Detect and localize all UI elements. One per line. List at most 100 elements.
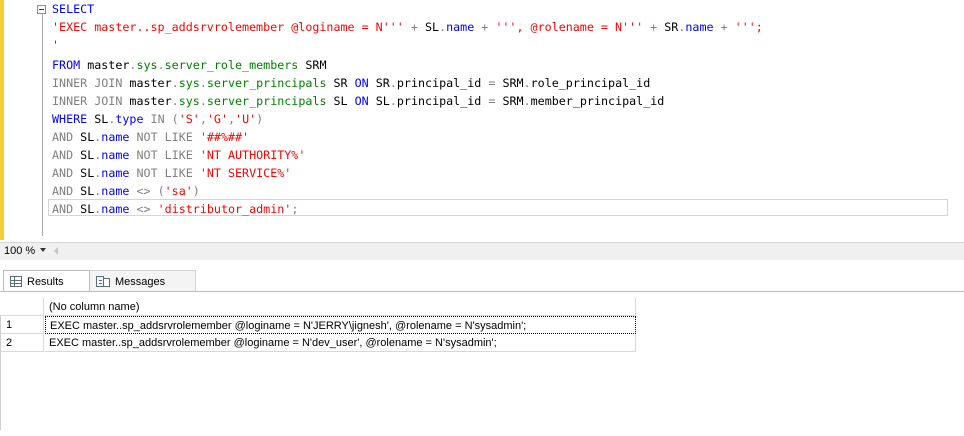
code-token: SL [73,184,95,198]
code-token: '##%##' [199,130,250,144]
code-line[interactable]: INNER JOIN master.sys.server_principals … [52,92,664,110]
code-token: SR [368,76,390,90]
code-token: . [523,94,531,108]
code-token: name [101,148,130,162]
code-token: AND [52,184,74,198]
column-header[interactable]: (No column name) [45,298,636,316]
results-tab-strip: Results Messages [0,260,964,292]
code-token: INNER JOIN [52,76,123,90]
code-token: server_role_members [164,58,299,72]
code-token: name [101,130,130,144]
code-token: + [643,20,665,34]
code-token: master [80,58,130,72]
code-token: name [101,184,130,198]
code-line[interactable]: ' [52,36,59,54]
code-line[interactable]: SELECT [52,0,94,18]
code-token: ) [256,112,264,126]
code-token: master [122,76,172,90]
code-token: principal_id [396,94,489,108]
tab-results-label: Results [27,275,64,288]
row-number[interactable]: 1 [0,316,44,334]
code-line[interactable]: AND SL.name NOT LIKE '##%##' [52,128,249,146]
code-token: SL [326,94,355,108]
code-token: name [685,20,714,34]
code-token: SL [73,130,95,144]
chevron-down-icon[interactable] [40,248,46,252]
tab-messages[interactable]: Messages [90,270,196,292]
code-line[interactable]: INNER JOIN master.sys.server_principals … [52,74,650,92]
query-editor[interactable]: SELECT 'EXEC master..sp_addsrvrolemember … [0,0,964,242]
grid-icon [10,276,22,287]
code-token: . [171,94,179,108]
messages-icon [96,275,110,288]
tab-messages-label: Messages [115,275,166,288]
code-token: 'S' [178,112,200,126]
zoom-bar: 100 % [0,242,964,260]
tab-results[interactable]: Results [3,270,90,292]
code-token: SL [73,202,95,216]
code-token: NOT LIKE [129,166,200,180]
code-line[interactable]: AND SL.name NOT LIKE 'NT AUTHORITY%' [52,146,305,164]
code-token: IN ( [143,112,179,126]
code-token: AND [52,166,74,180]
code-line[interactable]: FROM master.sys.server_role_members SRM [52,56,327,74]
result-cell[interactable]: EXEC master..sp_addsrvrolemember @logina… [45,316,636,334]
zoom-level[interactable]: 100 % [4,245,35,257]
code-token: sys [178,94,200,108]
code-token: SL [368,94,390,108]
code-line[interactable]: AND SL.name <> ('sa') [52,182,200,200]
code-token: name [101,202,130,216]
code-token: member_principal_id [530,94,665,108]
code-token: sys [178,76,200,90]
code-token: sys [136,58,158,72]
code-token: <> [129,202,158,216]
code-token: . [389,94,397,108]
code-token: SL [87,112,109,126]
code-token: SL [73,148,95,162]
code-token: ON [354,76,369,90]
tab-divider [0,291,964,292]
row-number[interactable]: 2 [0,334,44,352]
code-token: type [115,112,144,126]
code-token: 'NT AUTHORITY%' [199,148,306,162]
code-token: 'EXEC master..sp_addsrvrolemember @login… [52,20,404,34]
code-token: 'U' [235,112,257,126]
code-line[interactable]: 'EXEC master..sp_addsrvrolemember @login… [52,18,763,36]
code-token: SL [73,166,95,180]
code-token: INNER JOIN [52,94,123,108]
code-token: server_principals [206,76,327,90]
code-token: '''; [734,20,763,34]
code-line[interactable]: AND SL.name NOT LIKE 'NT SERVICE%' [52,164,291,182]
code-token: + [713,20,735,34]
code-line[interactable]: WHERE SL.type IN ('S','G','U') [52,110,263,128]
code-token: SELECT [52,2,95,16]
collapse-region-icon[interactable] [37,5,46,14]
code-token: name [446,20,475,34]
code-token: AND [52,130,74,144]
code-token: SRM [495,76,524,90]
code-token: name [101,166,130,180]
scroll-left-arrow-icon[interactable] [54,247,58,255]
code-token: ON [354,94,369,108]
code-token: ; [291,202,299,216]
code-token: . [199,76,207,90]
code-token: + [403,20,425,34]
code-token: ' [52,38,60,52]
code-token: . [199,94,207,108]
code-token: SRM [495,94,524,108]
code-token: SR [326,76,355,90]
code-token: . [523,76,531,90]
change-tracking-bar [0,0,4,240]
result-cell[interactable]: EXEC master..sp_addsrvrolemember @logina… [45,334,636,352]
outline-guide [42,14,43,236]
code-token: principal_id [396,76,489,90]
code-line[interactable]: AND SL.name <> 'distributor_admin'; [52,200,298,218]
code-token: NOT LIKE [129,148,200,162]
code-token: + [474,20,496,34]
code-token: <> ( [129,184,165,198]
row-number-header[interactable] [0,298,44,316]
code-token: ) [192,184,200,198]
results-pane: Results Messages (No column name) 1 EXEC… [0,260,964,436]
code-token: WHERE [52,112,88,126]
code-token: 'G' [206,112,228,126]
